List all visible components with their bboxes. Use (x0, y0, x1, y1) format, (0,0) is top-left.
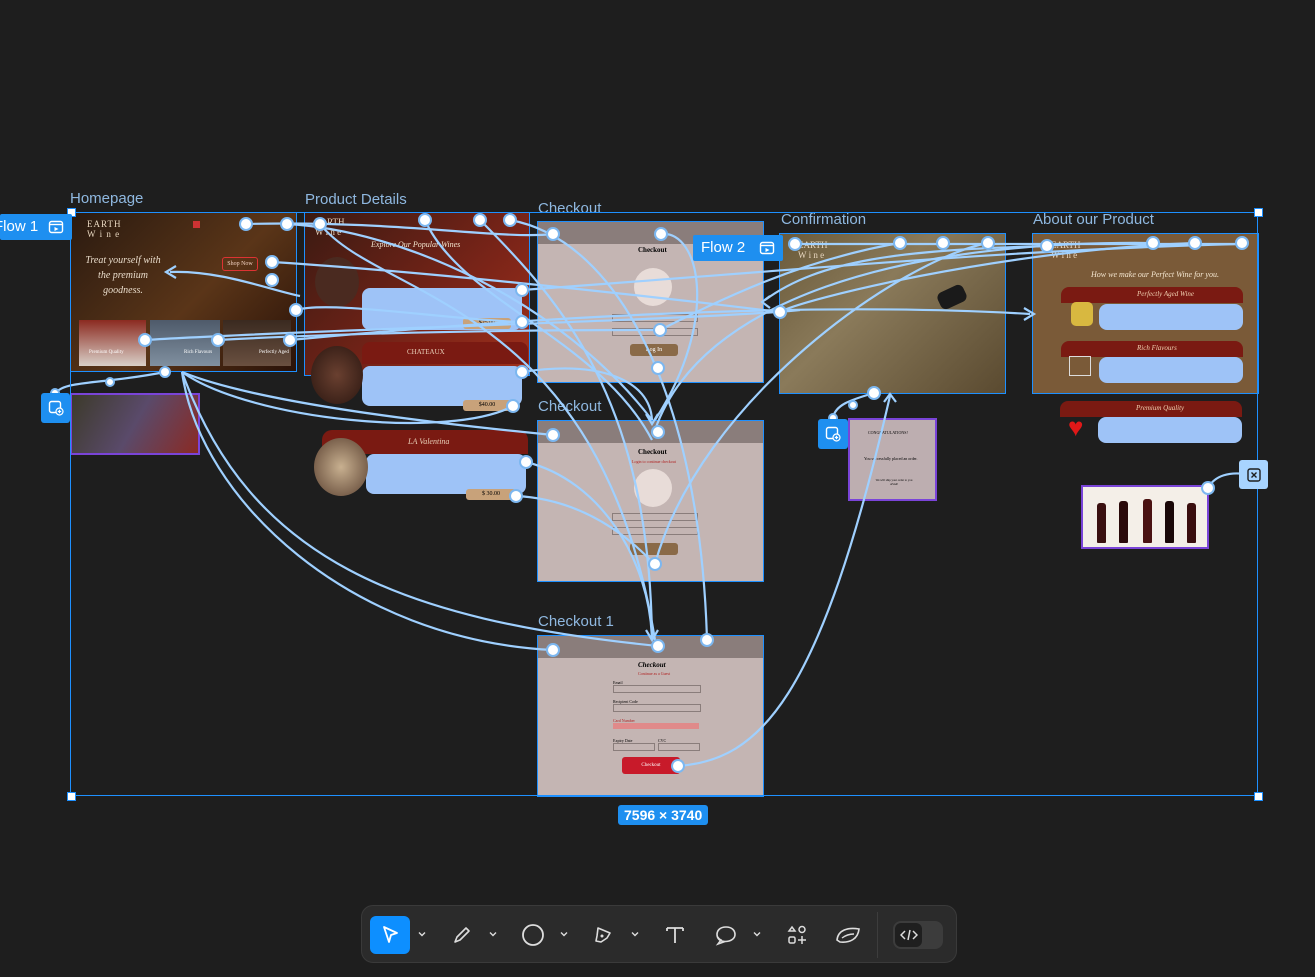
add-flow-start-button[interactable] (41, 393, 70, 423)
pen-tool-button[interactable] (584, 916, 624, 954)
chevron-down-icon[interactable] (489, 930, 497, 938)
chevron-down-icon[interactable] (560, 930, 568, 938)
selection-handle-tr[interactable] (1254, 208, 1263, 217)
text-icon (666, 927, 684, 943)
shape-tool-button[interactable] (513, 916, 553, 954)
selection-dimensions: 7596 × 3740 (618, 805, 709, 825)
flow-1-badge[interactable]: Flow 1 (0, 214, 73, 240)
plugin-tool-button[interactable] (828, 916, 868, 954)
dev-mode-toggle-knob (895, 923, 922, 947)
arrow-heads (163, 265, 1037, 643)
flow-2-badge[interactable]: Flow 2 (693, 235, 784, 261)
pencil-icon (454, 927, 470, 943)
bottom-toolbar (361, 905, 957, 963)
chevron-down-icon[interactable] (753, 930, 761, 938)
text-tool-button[interactable] (655, 916, 695, 954)
components-icon (787, 925, 806, 944)
pen-icon (595, 927, 611, 943)
flow-play-icon (49, 220, 64, 234)
comment-tool-button[interactable] (706, 916, 746, 954)
prototype-connections[interactable] (0, 0, 1315, 977)
draw-tool-button[interactable] (442, 916, 482, 954)
selection-handle-bl[interactable] (67, 792, 76, 801)
assets-tool-button[interactable] (777, 916, 817, 954)
dev-mode-toggle[interactable] (893, 921, 943, 949)
add-flow-icon (48, 400, 64, 416)
cursor-icon (383, 926, 398, 943)
chevron-down-icon[interactable] (418, 930, 426, 938)
wire-group (53, 218, 1246, 768)
chevron-down-icon[interactable] (631, 930, 639, 938)
close-icon (1246, 467, 1261, 482)
toolbar-divider (877, 912, 878, 958)
add-flow-start-button[interactable] (818, 419, 848, 449)
add-flow-icon (825, 426, 841, 442)
flow-play-icon (760, 241, 775, 255)
close-overlay-button[interactable] (1239, 460, 1268, 489)
selection-handle-br[interactable] (1254, 792, 1263, 801)
comment-icon (715, 926, 736, 946)
move-tool-button[interactable] (370, 916, 410, 954)
code-icon (899, 929, 918, 941)
circle-icon (522, 924, 544, 946)
leaf-icon (836, 927, 860, 943)
